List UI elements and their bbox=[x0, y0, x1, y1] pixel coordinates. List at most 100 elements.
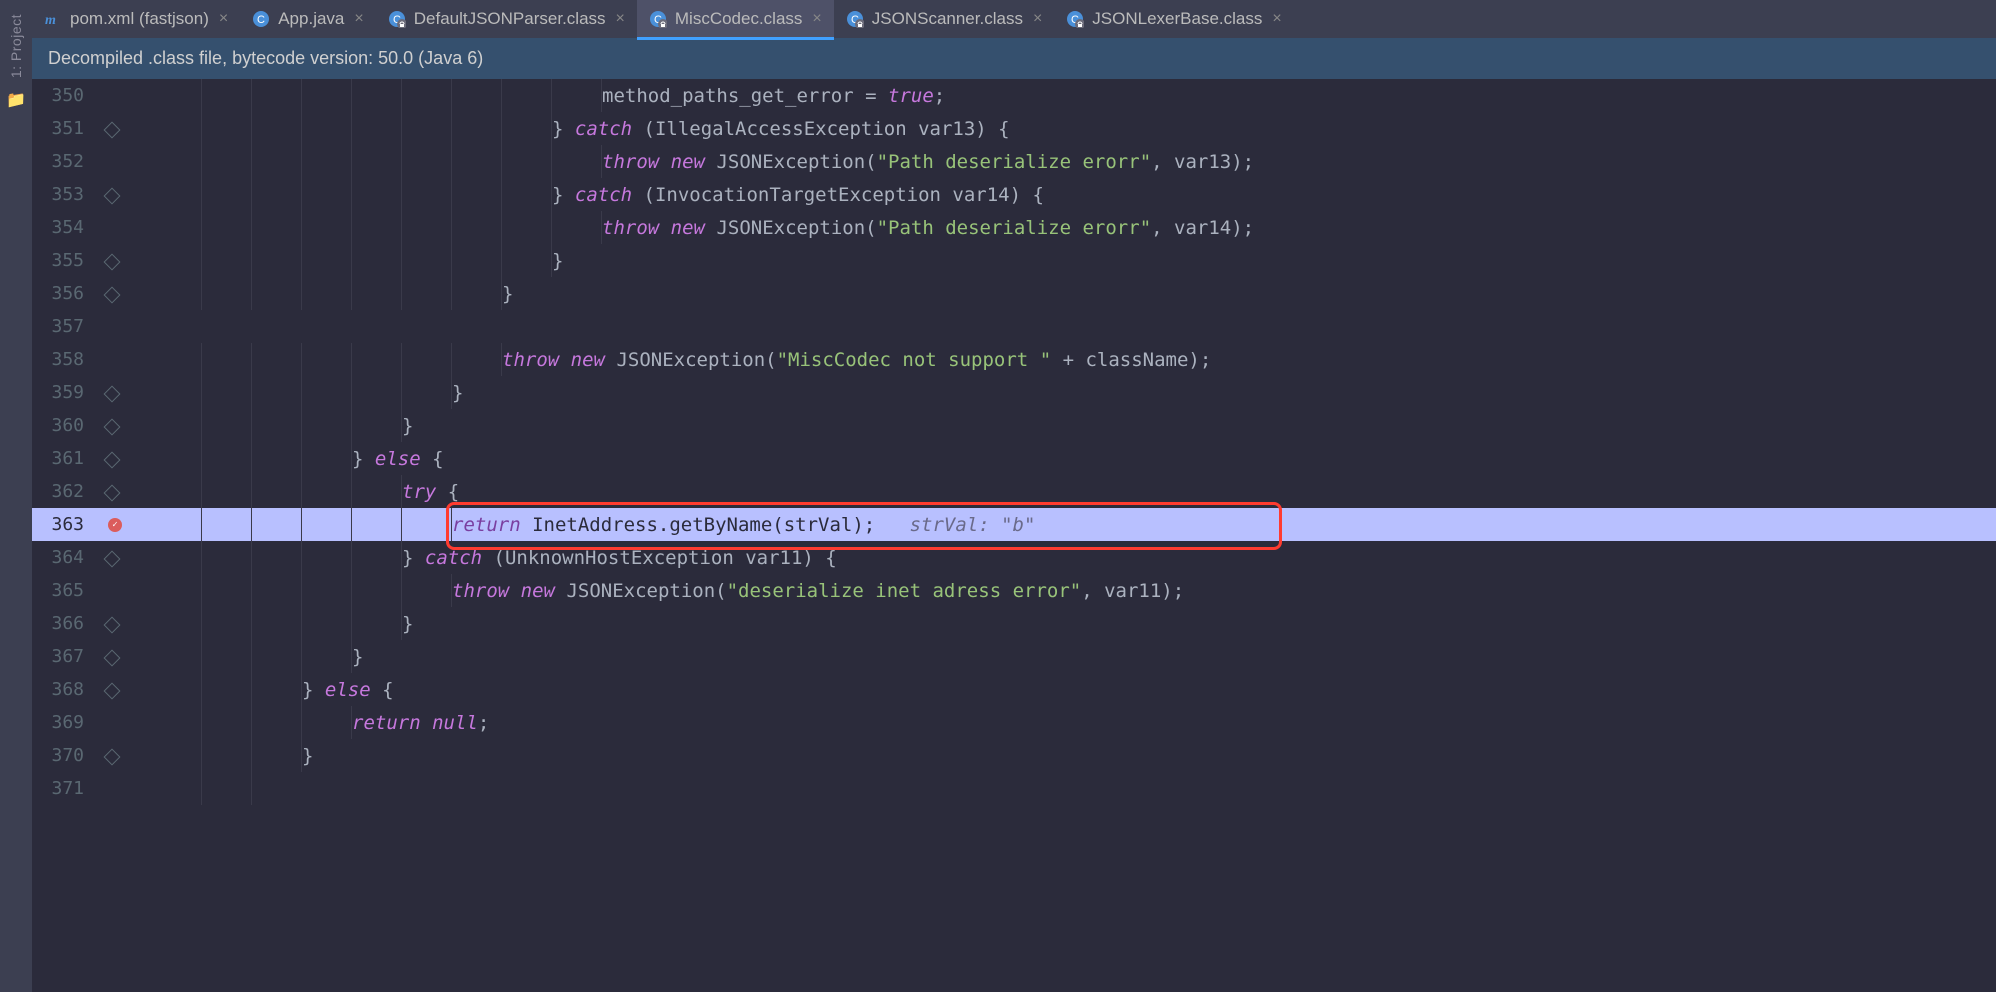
gutter-line[interactable]: 364 bbox=[32, 541, 152, 574]
gutter-line[interactable]: 359 bbox=[32, 376, 152, 409]
code-line[interactable]: } catch (InvocationTargetException var14… bbox=[152, 178, 1996, 211]
fold-marker-icon[interactable] bbox=[104, 550, 121, 567]
code-line[interactable]: return null; bbox=[152, 706, 1996, 739]
token: JSONException( bbox=[566, 580, 726, 602]
code-line[interactable]: try { bbox=[152, 475, 1996, 508]
code-line[interactable]: } bbox=[152, 376, 1996, 409]
code-line[interactable]: method_paths_get_error = true; bbox=[152, 79, 1996, 112]
gutter-line[interactable]: 357 bbox=[32, 310, 152, 343]
code-line[interactable]: } bbox=[152, 640, 1996, 673]
token: { bbox=[436, 481, 459, 503]
code-area[interactable]: method_paths_get_error = true;} catch (I… bbox=[152, 79, 1996, 992]
gutter-line[interactable]: 368 bbox=[32, 673, 152, 706]
line-number: 358 bbox=[32, 349, 92, 370]
gutter-line[interactable]: 370 bbox=[32, 739, 152, 772]
gutter-line[interactable]: 363 bbox=[32, 508, 152, 541]
fold-marker-icon[interactable] bbox=[104, 385, 121, 402]
code-line[interactable] bbox=[152, 310, 1996, 343]
token: } bbox=[552, 184, 575, 206]
close-icon[interactable]: × bbox=[1033, 10, 1042, 28]
tab-app-java[interactable]: CApp.java× bbox=[240, 0, 376, 38]
gutter-line[interactable]: 367 bbox=[32, 640, 152, 673]
code-line[interactable]: } catch (IllegalAccessException var13) { bbox=[152, 112, 1996, 145]
code-line[interactable]: } bbox=[152, 739, 1996, 772]
token: + className); bbox=[1051, 349, 1211, 371]
gutter-line[interactable]: 351 bbox=[32, 112, 152, 145]
code-line[interactable]: } bbox=[152, 244, 1996, 277]
tab-jsonlexerbase-class[interactable]: CJSONLexerBase.class× bbox=[1054, 0, 1293, 38]
close-icon[interactable]: × bbox=[1272, 10, 1281, 28]
fold-column bbox=[92, 683, 152, 697]
token: IllegalAccessException var13 bbox=[655, 118, 975, 140]
tab-label: pom.xml (fastjson) bbox=[70, 9, 209, 29]
fold-marker-icon[interactable] bbox=[104, 121, 121, 138]
token bbox=[705, 217, 716, 239]
fold-marker-icon[interactable] bbox=[104, 616, 121, 633]
code-line[interactable]: } catch (UnknownHostException var11) { bbox=[152, 541, 1996, 574]
code-line[interactable]: } bbox=[152, 277, 1996, 310]
gutter-line[interactable]: 362 bbox=[32, 475, 152, 508]
code-line[interactable]: } bbox=[152, 409, 1996, 442]
tab-misccodec-class[interactable]: CMiscCodec.class× bbox=[637, 0, 834, 38]
fold-marker-icon[interactable] bbox=[104, 682, 121, 699]
fold-marker-icon[interactable] bbox=[104, 418, 121, 435]
token bbox=[605, 349, 616, 371]
gutter-line[interactable]: 353 bbox=[32, 178, 152, 211]
line-number: 350 bbox=[32, 85, 92, 106]
tool-window-bar: 1: Project 📁 bbox=[0, 0, 32, 992]
gutter-line[interactable]: 356 bbox=[32, 277, 152, 310]
breakpoint-icon[interactable] bbox=[108, 518, 122, 532]
gutter-line[interactable]: 355 bbox=[32, 244, 152, 277]
gutter-line[interactable]: 361 bbox=[32, 442, 152, 475]
fold-marker-icon[interactable] bbox=[104, 451, 121, 468]
code-line[interactable]: } else { bbox=[152, 442, 1996, 475]
gutter-line[interactable]: 360 bbox=[32, 409, 152, 442]
fold-column bbox=[92, 188, 152, 202]
close-icon[interactable]: × bbox=[354, 10, 363, 28]
token: new bbox=[671, 217, 705, 239]
fold-marker-icon[interactable] bbox=[104, 253, 121, 270]
token: throw bbox=[602, 151, 659, 173]
token: { bbox=[421, 448, 444, 470]
gutter-line[interactable]: 358 bbox=[32, 343, 152, 376]
tab-pom-xml--fastjson-[interactable]: mpom.xml (fastjson)× bbox=[32, 0, 240, 38]
token: else bbox=[375, 448, 421, 470]
close-icon[interactable]: × bbox=[812, 10, 821, 28]
fold-marker-icon[interactable] bbox=[104, 286, 121, 303]
close-icon[interactable]: × bbox=[219, 10, 228, 28]
token bbox=[659, 217, 670, 239]
gutter-line[interactable]: 354 bbox=[32, 211, 152, 244]
line-number: 362 bbox=[32, 481, 92, 502]
tab-jsonscanner-class[interactable]: CJSONScanner.class× bbox=[834, 0, 1055, 38]
fold-marker-icon[interactable] bbox=[104, 187, 121, 204]
code-line[interactable]: throw new JSONException("Path deserializ… bbox=[152, 145, 1996, 178]
gutter-line[interactable]: 366 bbox=[32, 607, 152, 640]
token: JSONException( bbox=[716, 151, 876, 173]
gutter-line[interactable]: 371 bbox=[32, 772, 152, 805]
code-line[interactable]: } bbox=[152, 607, 1996, 640]
code-line[interactable]: return InetAddress.getByName(strVal); st… bbox=[152, 508, 1996, 541]
gutter-line[interactable]: 365 bbox=[32, 574, 152, 607]
code-line[interactable]: throw new JSONException("Path deserializ… bbox=[152, 211, 1996, 244]
code-line[interactable] bbox=[152, 772, 1996, 805]
svg-text:C: C bbox=[257, 14, 265, 26]
gutter-line[interactable]: 352 bbox=[32, 145, 152, 178]
token: throw bbox=[502, 349, 559, 371]
close-icon[interactable]: × bbox=[616, 10, 625, 28]
gutter-line[interactable]: 350 bbox=[32, 79, 152, 112]
token: JSONException( bbox=[616, 349, 776, 371]
code-line[interactable]: } else { bbox=[152, 673, 1996, 706]
fold-marker-icon[interactable] bbox=[104, 748, 121, 765]
code-line[interactable]: throw new JSONException("MiscCodec not s… bbox=[152, 343, 1996, 376]
tab-defaultjsonparser-class[interactable]: CDefaultJSONParser.class× bbox=[376, 0, 637, 38]
fold-marker-icon[interactable] bbox=[104, 649, 121, 666]
code-line[interactable]: throw new JSONException("deserialize ine… bbox=[152, 574, 1996, 607]
token: return bbox=[452, 514, 521, 536]
token: InvocationTargetException var14 bbox=[655, 184, 1010, 206]
fold-marker-icon[interactable] bbox=[104, 484, 121, 501]
line-number: 370 bbox=[32, 745, 92, 766]
fold-column bbox=[92, 452, 152, 466]
line-number: 367 bbox=[32, 646, 92, 667]
project-tool-button[interactable]: 1: Project bbox=[8, 14, 24, 78]
gutter-line[interactable]: 369 bbox=[32, 706, 152, 739]
